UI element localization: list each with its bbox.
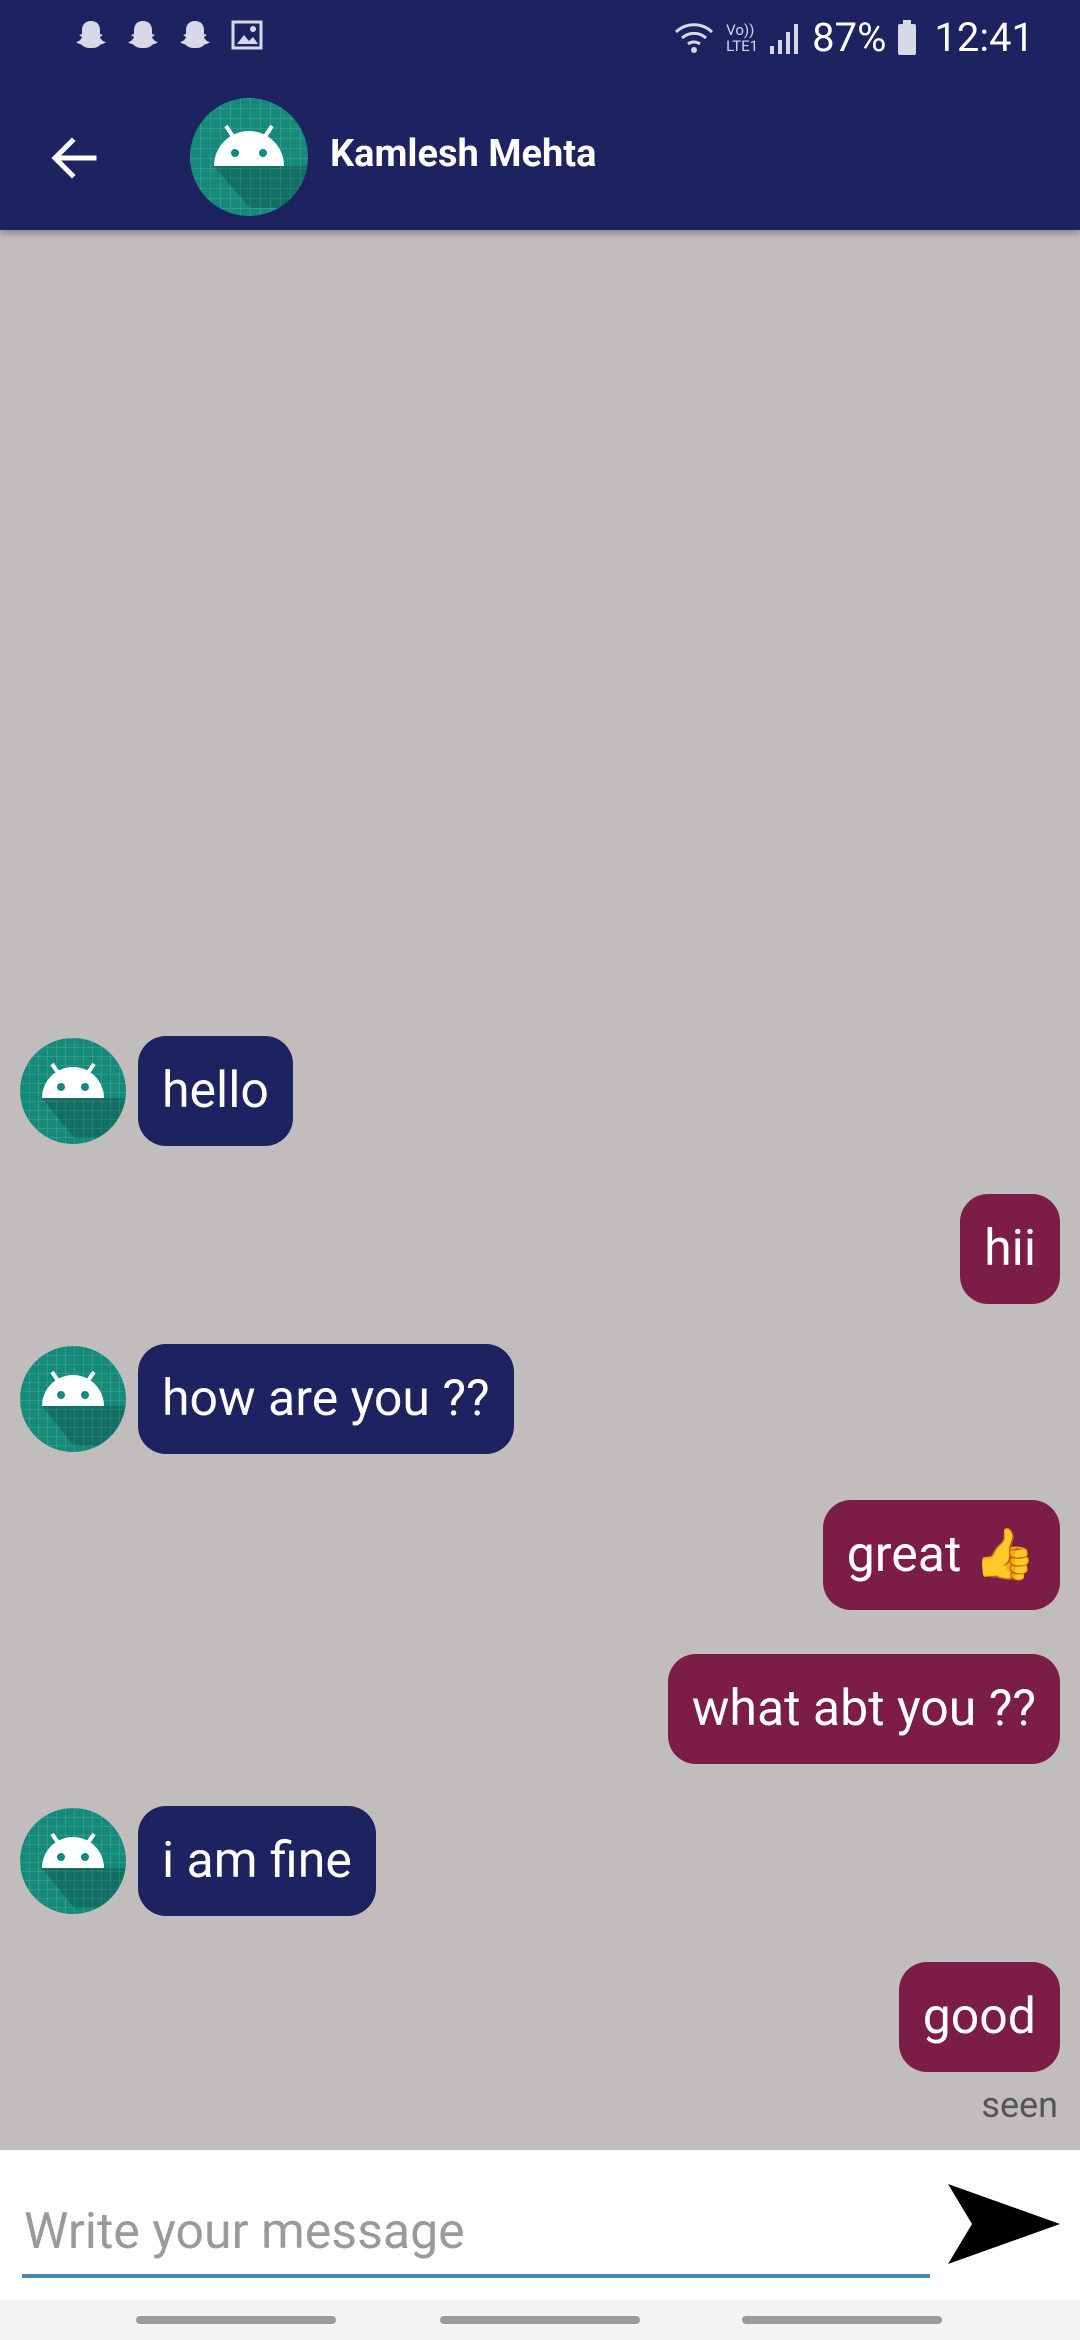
sender-avatar [20,1808,126,1914]
snapchat-icon [128,21,158,48]
wifi-icon [675,22,714,53]
system-indicators: Vo)) LTE1 87% 12:41 [672,14,1034,61]
message-text: i am fine [162,1832,352,1890]
system-navigation-bar [0,2300,1080,2340]
volte-indicator: Vo)) LTE1 [726,22,758,54]
incoming-message-bubble[interactable]: how are you ?? [138,1344,514,1454]
seen-status: seen [981,2084,1058,2126]
nav-recents-button[interactable] [136,2316,336,2324]
message-text: hello [162,1062,269,1120]
message-text: hii [984,1220,1036,1278]
sender-avatar [20,1346,126,1452]
battery-icon [898,19,917,55]
volte-label: Vo)) [726,20,755,39]
nav-home-button[interactable] [440,2316,640,2324]
outgoing-message-bubble[interactable]: good [898,1962,1060,2072]
back-arrow-icon[interactable] [44,128,104,188]
contact-name[interactable]: Kamlesh Mehta [330,132,597,176]
chat-header: Kamlesh Mehta [0,84,1080,230]
snapchat-icon [180,21,210,48]
incoming-message-bubble[interactable]: hello [138,1036,293,1146]
battery-percentage: 87% [812,14,887,61]
send-icon[interactable] [944,2174,1064,2274]
outgoing-message-bubble[interactable]: what abt you ?? [667,1654,1060,1764]
signal-icon [770,23,799,54]
clock: 12:41 [934,14,1034,61]
message-text: what abt you ?? [691,1680,1036,1738]
sender-avatar [20,1038,126,1144]
gallery-icon [231,20,263,50]
status-bar: Vo)) LTE1 87% 12:41 [0,0,1080,84]
incoming-message-bubble[interactable]: i am fine [138,1806,376,1916]
snapchat-icon [76,21,106,48]
message-text: great 👍 [846,1526,1036,1584]
message-text: good [922,1988,1036,2046]
message-list[interactable]: hello hii how are you ?? great 👍 what ab… [0,230,1080,2150]
message-text: how are you ?? [162,1370,490,1428]
message-input[interactable] [22,2190,930,2278]
lte-label: LTE1 [726,36,759,55]
notification-icons [74,18,264,52]
outgoing-message-bubble[interactable]: hii [960,1194,1060,1304]
nav-back-button[interactable] [742,2316,942,2324]
contact-avatar[interactable] [190,98,308,216]
outgoing-message-bubble[interactable]: great 👍 [822,1500,1060,1610]
message-composer [0,2150,1080,2300]
